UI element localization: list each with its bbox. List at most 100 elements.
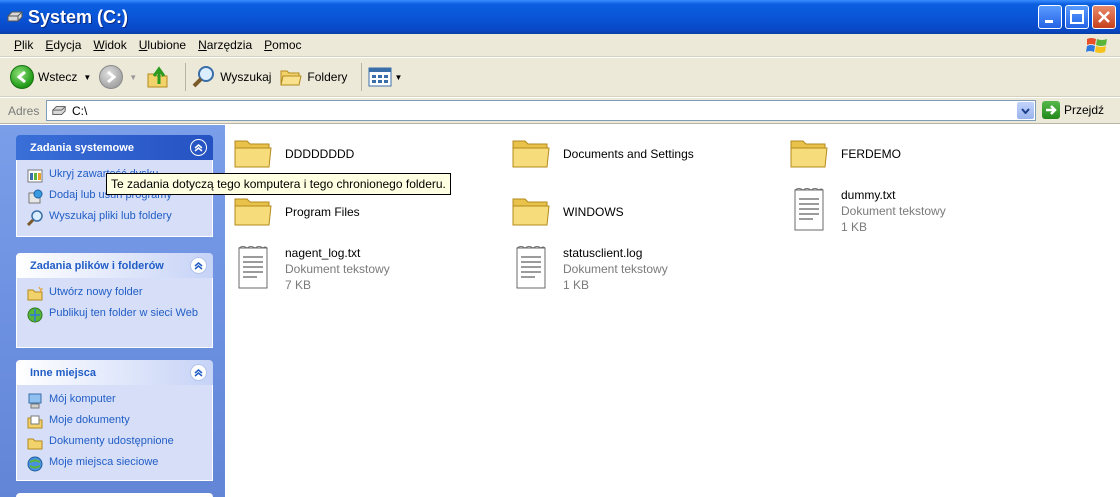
file-size: 1 KB <box>563 278 590 292</box>
menu-widok[interactable]: Widok <box>87 38 132 52</box>
close-button[interactable] <box>1092 5 1116 29</box>
panel-title: Inne miejsca <box>30 366 97 379</box>
folders-icon <box>280 70 303 86</box>
panel-file-folder-tasks-header[interactable]: Zadania plików i folderów <box>16 253 213 278</box>
file-name: FERDEMO <box>841 147 901 161</box>
menu-bar: Plik Edycja Widok Ulubione Narzędzia Pom… <box>0 34 1120 57</box>
forward-dropdown-icon[interactable]: ▼ <box>129 73 137 82</box>
folder-item[interactable]: Documents and Settings <box>511 133 694 173</box>
views-dropdown-icon[interactable]: ▼ <box>394 73 402 82</box>
file-item[interactable]: dummy.txt Dokument tekstowy 1 KB <box>789 187 946 235</box>
file-type: Dokument tekstowy <box>563 262 668 276</box>
back-dropdown-icon[interactable]: ▼ <box>83 73 91 82</box>
place-network-places[interactable]: Moje miejsca sieciowe <box>27 456 202 472</box>
file-name: statusclient.log <box>563 246 643 260</box>
panel-other-places-header[interactable]: Inne miejsca <box>16 360 213 385</box>
views-icon <box>368 67 392 87</box>
file-type: Dokument tekstowy <box>285 262 390 276</box>
toolbar: Wstecz ▼ ▼ Wyszukaj Foldery ▼ <box>0 58 1120 97</box>
title-bar[interactable]: System (C:) <box>0 0 1120 34</box>
close-icon <box>1098 11 1110 23</box>
chevron-down-icon <box>1021 107 1030 114</box>
panel-details-header[interactable] <box>16 493 213 497</box>
menu-plik[interactable]: Plik <box>8 38 39 52</box>
panel-system-tasks-header[interactable]: Zadania systemowe <box>16 135 213 160</box>
file-name: Program Files <box>285 205 360 219</box>
folder-icon <box>790 140 828 168</box>
network-places-icon <box>27 456 43 472</box>
file-name: Documents and Settings <box>563 147 694 161</box>
go-label: Przejdź <box>1064 103 1105 117</box>
place-my-computer[interactable]: Mój komputer <box>27 393 202 409</box>
go-button[interactable]: Przejdź <box>1042 101 1104 119</box>
task-search-files[interactable]: Wyszukaj pliki lub foldery <box>27 210 202 226</box>
address-label: Adres <box>8 103 40 118</box>
file-size: 1 KB <box>841 220 868 234</box>
file-type: Dokument tekstowy <box>841 204 946 218</box>
back-button[interactable]: Wstecz ▼ <box>10 62 91 92</box>
folder-icon <box>234 198 272 226</box>
new-folder-icon <box>27 286 43 301</box>
file-item[interactable]: nagent_log.txt Dokument tekstowy 7 KB <box>233 245 390 293</box>
up-folder-button[interactable] <box>145 62 171 92</box>
task-publish-web[interactable]: Publikuj ten folder w sieci Web <box>27 307 202 323</box>
my-computer-icon <box>28 393 42 409</box>
file-name: DDDDDDDD <box>285 147 355 161</box>
menu-edycja[interactable]: Edycja <box>39 38 87 52</box>
my-documents-icon <box>27 415 43 429</box>
search-button[interactable]: Wyszukaj <box>192 62 271 92</box>
collapse-icon[interactable] <box>190 139 207 156</box>
text-document-icon <box>516 246 546 289</box>
place-my-documents[interactable]: Moje dokumenty <box>27 414 202 430</box>
panel-title: Zadania systemowe <box>30 141 134 154</box>
folder-icon <box>512 140 550 168</box>
up-folder-icon <box>147 66 168 88</box>
folder-item[interactable]: DDDDDDDD <box>233 133 354 173</box>
file-size: 7 KB <box>285 278 312 292</box>
address-bar: Adres C:\ Przejdź <box>0 98 1120 124</box>
folder-item[interactable]: WINDOWS <box>511 191 624 231</box>
forward-arrow-icon <box>99 65 124 89</box>
folders-label: Foldery <box>307 70 348 84</box>
task-new-folder[interactable]: Utwórz nowy folder <box>27 286 202 302</box>
minimize-button[interactable] <box>1038 5 1062 29</box>
place-shared-documents[interactable]: Dokumenty udostępnione <box>27 435 202 451</box>
file-name: WINDOWS <box>563 205 624 219</box>
folder-item[interactable]: FERDEMO <box>789 133 901 173</box>
panel-file-folder-tasks: Zadania plików i folderów Utwórz nowy fo… <box>16 253 213 348</box>
folders-button[interactable]: Foldery <box>279 62 347 92</box>
menu-pomoc[interactable]: Pomoc <box>258 38 307 52</box>
drive-icon <box>52 105 66 115</box>
search-icon <box>27 210 43 226</box>
minimize-icon <box>1045 20 1053 23</box>
collapse-icon[interactable] <box>190 364 207 381</box>
back-label: Wstecz <box>38 70 78 84</box>
window-title: System (C:) <box>28 6 129 27</box>
shared-folder-icon <box>27 438 43 450</box>
address-value: C:\ <box>72 103 88 118</box>
back-arrow-icon <box>10 65 34 89</box>
folder-icon <box>512 198 550 226</box>
folder-item[interactable]: Program Files <box>233 191 360 231</box>
text-document-icon <box>238 246 268 289</box>
file-name: dummy.txt <box>841 188 896 202</box>
drive-icon <box>7 11 23 22</box>
address-input[interactable]: C:\ <box>46 100 1036 121</box>
tooltip: Te zadania dotyczą tego komputera i tego… <box>106 173 451 195</box>
programs-icon <box>28 189 43 204</box>
publish-web-icon <box>27 307 43 323</box>
maximize-icon <box>1070 10 1084 24</box>
menu-narzedzia[interactable]: Narzędzia <box>192 38 258 52</box>
panel-other-places: Inne miejsca Mój komputer Moje dokumenty… <box>16 360 213 481</box>
maximize-button[interactable] <box>1065 5 1089 29</box>
address-dropdown-button[interactable] <box>1017 102 1034 119</box>
collapse-icon[interactable] <box>190 257 207 274</box>
file-item[interactable]: statusclient.log Dokument tekstowy 1 KB <box>511 245 668 293</box>
forward-button[interactable]: ▼ <box>99 62 137 92</box>
text-document-icon <box>794 188 824 231</box>
views-button[interactable]: ▼ <box>368 62 402 92</box>
folder-icon <box>234 140 272 168</box>
menu-ulubione[interactable]: Ulubione <box>133 38 192 52</box>
panel-title: Zadania plików i folderów <box>30 259 164 272</box>
file-name: nagent_log.txt <box>285 246 361 260</box>
